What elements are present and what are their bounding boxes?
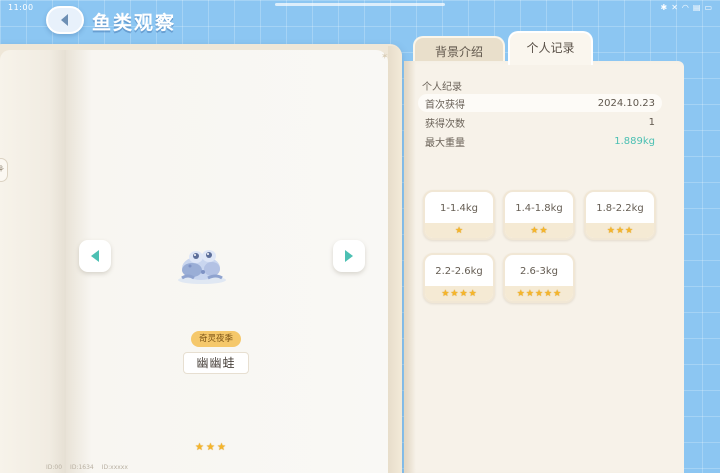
star-icon: ★ bbox=[450, 288, 459, 299]
weight-tier-card[interactable]: 1.4-1.8kg ★ ★ bbox=[503, 190, 575, 240]
weight-tier-stars: ★ ★ ★ bbox=[586, 223, 654, 238]
corner-ornament-icon: ✶ bbox=[381, 52, 389, 62]
star-icon: ★ bbox=[625, 225, 634, 236]
status-time: 11:00 bbox=[8, 3, 34, 12]
tab-personal-record[interactable]: 个人记录 bbox=[508, 31, 593, 65]
panel-shade bbox=[404, 61, 416, 473]
footer-id-1: ID:00 bbox=[46, 464, 63, 471]
star-icon: ★ bbox=[454, 225, 464, 236]
weight-tier-range: 1.8-2.2kg bbox=[596, 203, 644, 214]
weight-tier-range: 2.2-2.6kg bbox=[435, 266, 483, 277]
footer-id-2: ID:1634 bbox=[70, 464, 94, 471]
record-value: 1.889kg bbox=[614, 135, 655, 147]
weight-tier-range: 1-1.4kg bbox=[439, 203, 478, 214]
star-icon: ★ bbox=[441, 288, 450, 299]
star-icon: ★ bbox=[468, 288, 477, 299]
weight-tier-card[interactable]: 2.6-3kg ★ ★ ★ ★ ★ bbox=[503, 253, 575, 303]
next-species-button[interactable] bbox=[333, 240, 365, 272]
record-label: 获得次数 bbox=[425, 118, 465, 130]
star-icon: ★ bbox=[553, 288, 562, 299]
star-icon: ★ bbox=[606, 225, 615, 236]
star-icon: ★ bbox=[530, 225, 539, 236]
rarity-stars: ★ ★ ★ bbox=[195, 443, 226, 453]
weight-tier-range: 1.4-1.8kg bbox=[515, 203, 563, 214]
triangle-left-icon bbox=[91, 250, 99, 262]
status-icons: ✱ ✕ ◠ ▤ ▭ bbox=[660, 3, 712, 12]
weight-tier-stars: ★ ★ ★ ★ ★ bbox=[505, 286, 573, 301]
mute-icon: ✕ bbox=[671, 3, 678, 12]
bluetooth-icon: ✱ bbox=[660, 3, 668, 12]
star-icon: ★ bbox=[195, 442, 204, 453]
side-tab-icon[interactable]: ⚘ bbox=[0, 158, 8, 182]
triangle-right-icon bbox=[345, 250, 353, 262]
weight-tier-stars: ★ bbox=[425, 223, 493, 238]
weight-tier-card[interactable]: 2.2-2.6kg ★ ★ ★ ★ bbox=[423, 253, 495, 303]
weight-tier-stars: ★ ★ ★ ★ bbox=[425, 286, 493, 301]
record-section-title: 个人纪录 bbox=[422, 82, 462, 93]
footer-info: ID:00 ID:1634 ID:xxxxx bbox=[46, 464, 128, 471]
star-icon: ★ bbox=[216, 442, 226, 453]
weight-tier-range: 2.6-3kg bbox=[519, 266, 558, 277]
battery-icon: ▭ bbox=[704, 3, 712, 12]
page-title: 鱼类观察 bbox=[92, 12, 177, 34]
book-spine bbox=[388, 46, 402, 473]
star-icon: ★ bbox=[525, 288, 534, 299]
star-icon: ★ bbox=[459, 288, 468, 299]
record-row-max-weight: 最大重量 1.889kg bbox=[418, 132, 662, 150]
record-label: 最大重量 bbox=[425, 137, 465, 149]
back-button[interactable] bbox=[46, 6, 84, 34]
record-label: 首次获得 bbox=[425, 99, 465, 111]
species-season-tag: 奇灵夜季 bbox=[191, 331, 241, 347]
prev-species-button[interactable] bbox=[79, 240, 111, 272]
book-left-page bbox=[0, 50, 70, 473]
star-icon: ★ bbox=[539, 225, 548, 236]
record-row-times-obtained: 获得次数 1 bbox=[418, 113, 662, 131]
record-row-first-obtained: 首次获得 2024.10.23 bbox=[418, 94, 662, 112]
star-icon: ★ bbox=[205, 442, 215, 453]
signal-icon: ▤ bbox=[692, 3, 701, 12]
weight-tier-card[interactable]: 1.8-2.2kg ★ ★ ★ bbox=[584, 190, 656, 240]
weight-tier-card[interactable]: 1-1.4kg ★ bbox=[423, 190, 495, 240]
footer-id-3: ID:xxxxx bbox=[101, 464, 128, 471]
frog-illustration bbox=[178, 250, 226, 284]
star-icon: ★ bbox=[615, 225, 625, 236]
star-icon: ★ bbox=[516, 288, 525, 299]
weight-tier-stars: ★ ★ bbox=[505, 223, 573, 238]
record-value: 2024.10.23 bbox=[597, 97, 655, 109]
arrow-left-icon bbox=[61, 14, 68, 26]
star-icon: ★ bbox=[544, 288, 553, 299]
star-icon: ★ bbox=[534, 288, 544, 299]
species-name: 幽幽蛙 bbox=[183, 352, 249, 374]
top-handle bbox=[275, 3, 445, 6]
wifi-icon: ◠ bbox=[681, 3, 689, 12]
record-value: 1 bbox=[648, 116, 655, 128]
